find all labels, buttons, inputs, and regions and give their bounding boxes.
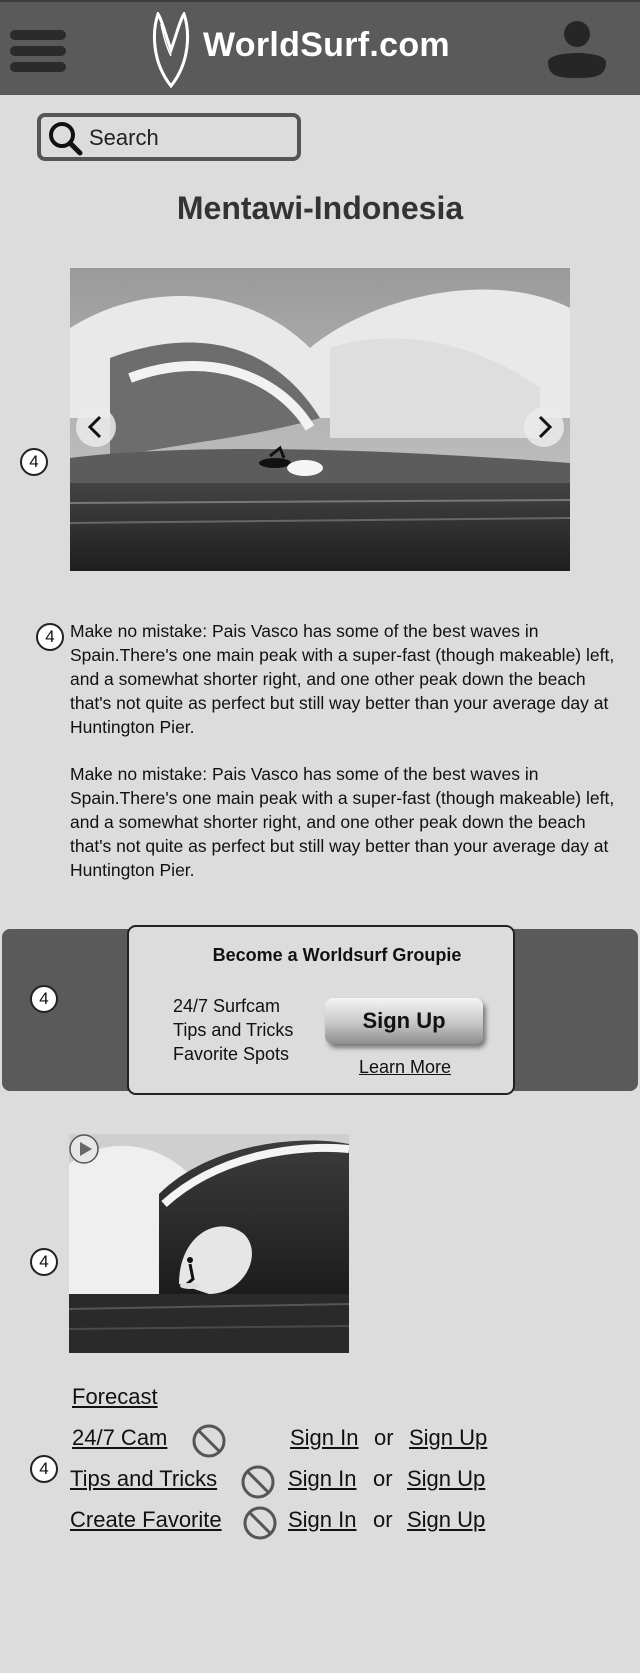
sign-up-link[interactable]: Sign Up bbox=[409, 1425, 487, 1451]
annotation-badge: 4 bbox=[30, 1248, 58, 1276]
chevron-left-icon bbox=[87, 415, 102, 439]
prohibited-icon bbox=[243, 1506, 277, 1540]
surf-video-thumbnail[interactable] bbox=[69, 1134, 349, 1353]
annotation-badge: 4 bbox=[36, 623, 64, 651]
create-favorite-link[interactable]: Create Favorite bbox=[70, 1507, 222, 1533]
search-icon bbox=[49, 122, 83, 156]
annotation-badge: 4 bbox=[30, 985, 58, 1013]
promo-features: 24/7 Surfcam Tips and Tricks Favorite Sp… bbox=[173, 994, 293, 1066]
page-title: Mentawi-Indonesia bbox=[176, 190, 464, 226]
sign-up-link[interactable]: Sign Up bbox=[407, 1466, 485, 1492]
tips-link[interactable]: Tips and Tricks bbox=[70, 1466, 217, 1492]
user-profile-icon[interactable] bbox=[546, 20, 608, 80]
prohibited-icon bbox=[192, 1424, 226, 1458]
feature-item: Tips and Tricks bbox=[173, 1020, 294, 1040]
hero-image-carousel bbox=[70, 268, 570, 571]
sign-in-link[interactable]: Sign In bbox=[288, 1507, 357, 1533]
sign-up-link[interactable]: Sign Up bbox=[407, 1507, 485, 1533]
surf-wave-photo bbox=[70, 268, 570, 571]
sign-up-button[interactable]: Sign Up bbox=[325, 998, 483, 1044]
carousel-prev-button[interactable] bbox=[76, 407, 116, 447]
surfboard-logo-icon[interactable] bbox=[150, 12, 192, 88]
play-icon[interactable] bbox=[69, 1134, 99, 1164]
cam-link[interactable]: 24/7 Cam bbox=[72, 1425, 167, 1451]
hamburger-menu-icon[interactable] bbox=[10, 30, 66, 74]
forecast-link[interactable]: Forecast bbox=[72, 1384, 158, 1410]
groupie-signup-card: Become a Worldsurf Groupie 24/7 Surfcam … bbox=[127, 925, 515, 1095]
or-text: or bbox=[373, 1507, 393, 1532]
search-input[interactable] bbox=[87, 123, 291, 153]
carousel-next-button[interactable] bbox=[524, 407, 564, 447]
sign-in-link[interactable]: Sign In bbox=[290, 1425, 359, 1451]
search-box[interactable] bbox=[37, 113, 301, 161]
annotation-badge: 4 bbox=[20, 448, 48, 476]
description-paragraph: Make no mistake: Pais Vasco has some of … bbox=[70, 621, 615, 737]
or-text: or bbox=[374, 1425, 394, 1450]
description-paragraph: Make no mistake: Pais Vasco has some of … bbox=[70, 764, 615, 880]
barrel-wave-photo bbox=[69, 1134, 349, 1353]
feature-item: Favorite Spots bbox=[173, 1044, 290, 1064]
promo-title: Become a Worldsurf Groupie bbox=[212, 945, 462, 965]
feature-item: 24/7 Surfcam bbox=[173, 996, 281, 1016]
annotation-badge: 4 bbox=[30, 1455, 58, 1483]
learn-more-link[interactable]: Learn More bbox=[359, 1057, 451, 1078]
or-text: or bbox=[373, 1466, 393, 1491]
prohibited-icon bbox=[241, 1465, 275, 1499]
brand-name[interactable]: WorldSurf.com bbox=[203, 26, 450, 65]
sign-in-link[interactable]: Sign In bbox=[288, 1466, 357, 1492]
chevron-right-icon bbox=[538, 415, 553, 439]
site-header: WorldSurf.com bbox=[0, 0, 640, 95]
